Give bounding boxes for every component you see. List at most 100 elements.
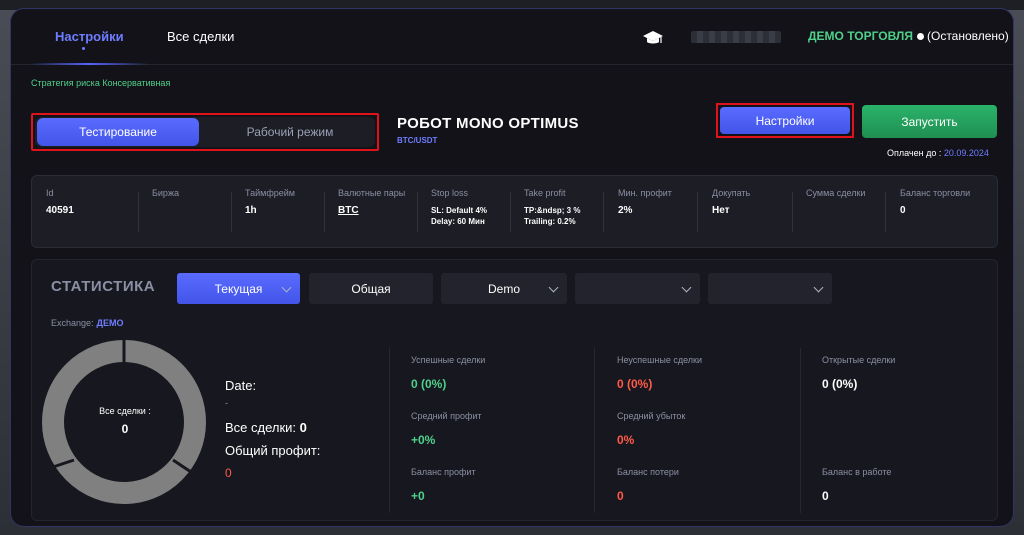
filter-current-label: Текущая [214,281,263,296]
info-pairs-value[interactable]: BTC [338,205,405,216]
info-divider [324,192,325,232]
metric-balance-profit-value: +0 [411,489,425,503]
info-balance-value: 0 [900,205,906,216]
tab-active-underline [29,63,149,65]
paid-until-date: 20.09.2024 [943,148,989,158]
metric-balance-profit-label: Баланс профит [411,467,476,477]
robot-title: РОБОТ MONO OPTIMUS [397,115,579,132]
statistics-title: СТАТИСТИКА [51,278,156,295]
info-pairs-label: Валютные пары [338,188,406,198]
statistics-card: СТАТИСТИКА Текущая Общая Demo Exchange: Д… [31,259,998,521]
exchange-value: ДЕМО [96,318,124,328]
metric-balance-loss: Баланс потери 0 [617,467,679,503]
total-profit-value: 0 [225,466,232,480]
info-stop-loss-label: Stop loss [431,188,469,198]
all-deals-value: 0 [299,420,307,435]
filter-current-select[interactable]: Текущая [177,273,300,304]
all-deals-summary: Все сделки: 0 [225,420,307,435]
info-stop-loss: Stop loss SL: Default 4% Delay: 60 Мин [431,188,487,238]
info-timeframe-label: Таймфрейм [245,188,295,198]
metric-fail-value: 0 (0%) [617,377,653,391]
metric-avg-profit: Средний профит +0% [411,411,482,447]
info-exchange-label: Биржа [152,188,179,198]
stats-divider [800,348,801,513]
metric-success-label: Успешные сделки [411,355,486,365]
info-divider [885,192,886,232]
info-stop-loss-line1: SL: Default 4% [431,206,488,215]
tab-settings[interactable]: Настройки [55,29,124,44]
info-take-profit-line2: Trailing: 0.2% [524,217,576,226]
mode-testing-button[interactable]: Тестирование [37,118,199,146]
metric-avg-loss-value: 0% [617,433,635,447]
metric-fail: Неуспешные сделки 0 (0%) [617,355,702,391]
robot-settings-modal: Настройки Все сделки ДЕМО ТОРГОВЛЯ (Остан… [10,8,1014,527]
filter-empty-select-2[interactable] [708,273,832,304]
metric-avg-profit-label: Средний профит [411,411,482,421]
info-id-label: Id [46,188,54,198]
filter-empty-select-1[interactable] [575,273,700,304]
run-button[interactable]: Запустить [862,105,997,138]
info-min-profit-label: Мин. профит [618,188,672,198]
info-deal-sum: Сумма сделки [806,188,865,238]
filter-demo-select[interactable]: Demo [441,273,567,304]
metric-fail-label: Неуспешные сделки [617,355,703,365]
tab-all-deals[interactable]: Все сделки [167,29,234,44]
metric-avg-profit-value: +0% [411,433,436,447]
robot-pair: BTC/USDT [397,136,438,145]
chevron-down-icon [681,282,692,293]
metric-open-value: 0 (0%) [822,377,858,391]
robot-info-card: Id 40591 Биржа Таймфрейм 1h Валютные пар… [31,175,998,248]
metric-balance-loss-value: 0 [617,489,624,503]
graduation-cap-icon[interactable] [642,29,664,47]
info-divider [792,192,793,232]
info-divider [231,192,232,232]
mode-live-button[interactable]: Рабочий режим [215,118,365,146]
metric-balance-work-value: 0 [822,489,829,503]
info-dokupat-value: Нет [712,205,730,216]
masked-user-info [691,31,781,43]
donut-center-label: Все сделки : [99,406,151,416]
metric-balance-work-label: Баланс в работе [822,467,892,477]
filter-demo-label: Demo [487,281,520,296]
stats-divider [594,348,595,513]
info-deal-sum-label: Сумма сделки [806,188,866,198]
info-take-profit-line1: TP:&ndsp; 3 % [524,206,581,215]
all-deals-label: Все сделки: [225,420,297,435]
metric-balance-work: Баланс в работе 0 [822,467,891,503]
metric-avg-loss: Средний убыток 0% [617,411,685,447]
info-balance: Баланс торговли 0 [900,188,970,238]
mode-switch-highlight: Тестирование Рабочий режим [31,113,379,151]
metric-open-label: Открытые сделки [822,355,896,365]
metric-avg-loss-label: Средний убыток [617,411,686,421]
metric-balance-profit: Баланс профит +0 [411,467,476,503]
info-id: Id 40591 [46,188,74,238]
info-divider [510,192,511,232]
info-divider [138,192,139,232]
risk-strategy: Стратегия риска Консервативная [31,78,171,88]
top-bar: Настройки Все сделки ДЕМО ТОРГОВЛЯ (Остан… [11,9,1013,65]
info-timeframe: Таймфрейм 1h [245,188,295,238]
metric-success: Успешные сделки 0 (0%) [411,355,485,391]
settings-button-highlight: Настройки [716,103,854,138]
info-pairs: Валютные пары BTC [338,188,405,238]
status-state: (Остановлено) [926,29,1009,43]
info-divider [417,192,418,232]
chevron-down-icon [548,282,559,293]
date-label: Date: [225,378,257,393]
account-status: ДЕМО ТОРГОВЛЯ (Остановлено) [808,29,1009,43]
total-profit-label: Общий профит: [225,443,321,458]
paid-until: Оплачен до : 20.09.2024 [887,148,989,158]
info-take-profit: Take profit TP:&ndsp; 3 % Trailing: 0.2% [524,188,580,238]
status-dot-icon [916,33,924,41]
settings-button[interactable]: Настройки [720,107,850,134]
donut-center-value: 0 [121,422,129,436]
info-divider [697,192,698,232]
filter-general-button[interactable]: Общая [309,273,433,304]
date-value: - [225,398,228,408]
mode-switch: Тестирование Рабочий режим [35,117,375,147]
metric-open: Открытые сделки 0 (0%) [822,355,895,391]
info-balance-label: Баланс торговли [900,188,971,198]
info-min-profit-value: 2% [618,205,633,216]
tab-active-dot [82,47,85,50]
info-exchange: Биржа [152,188,179,238]
